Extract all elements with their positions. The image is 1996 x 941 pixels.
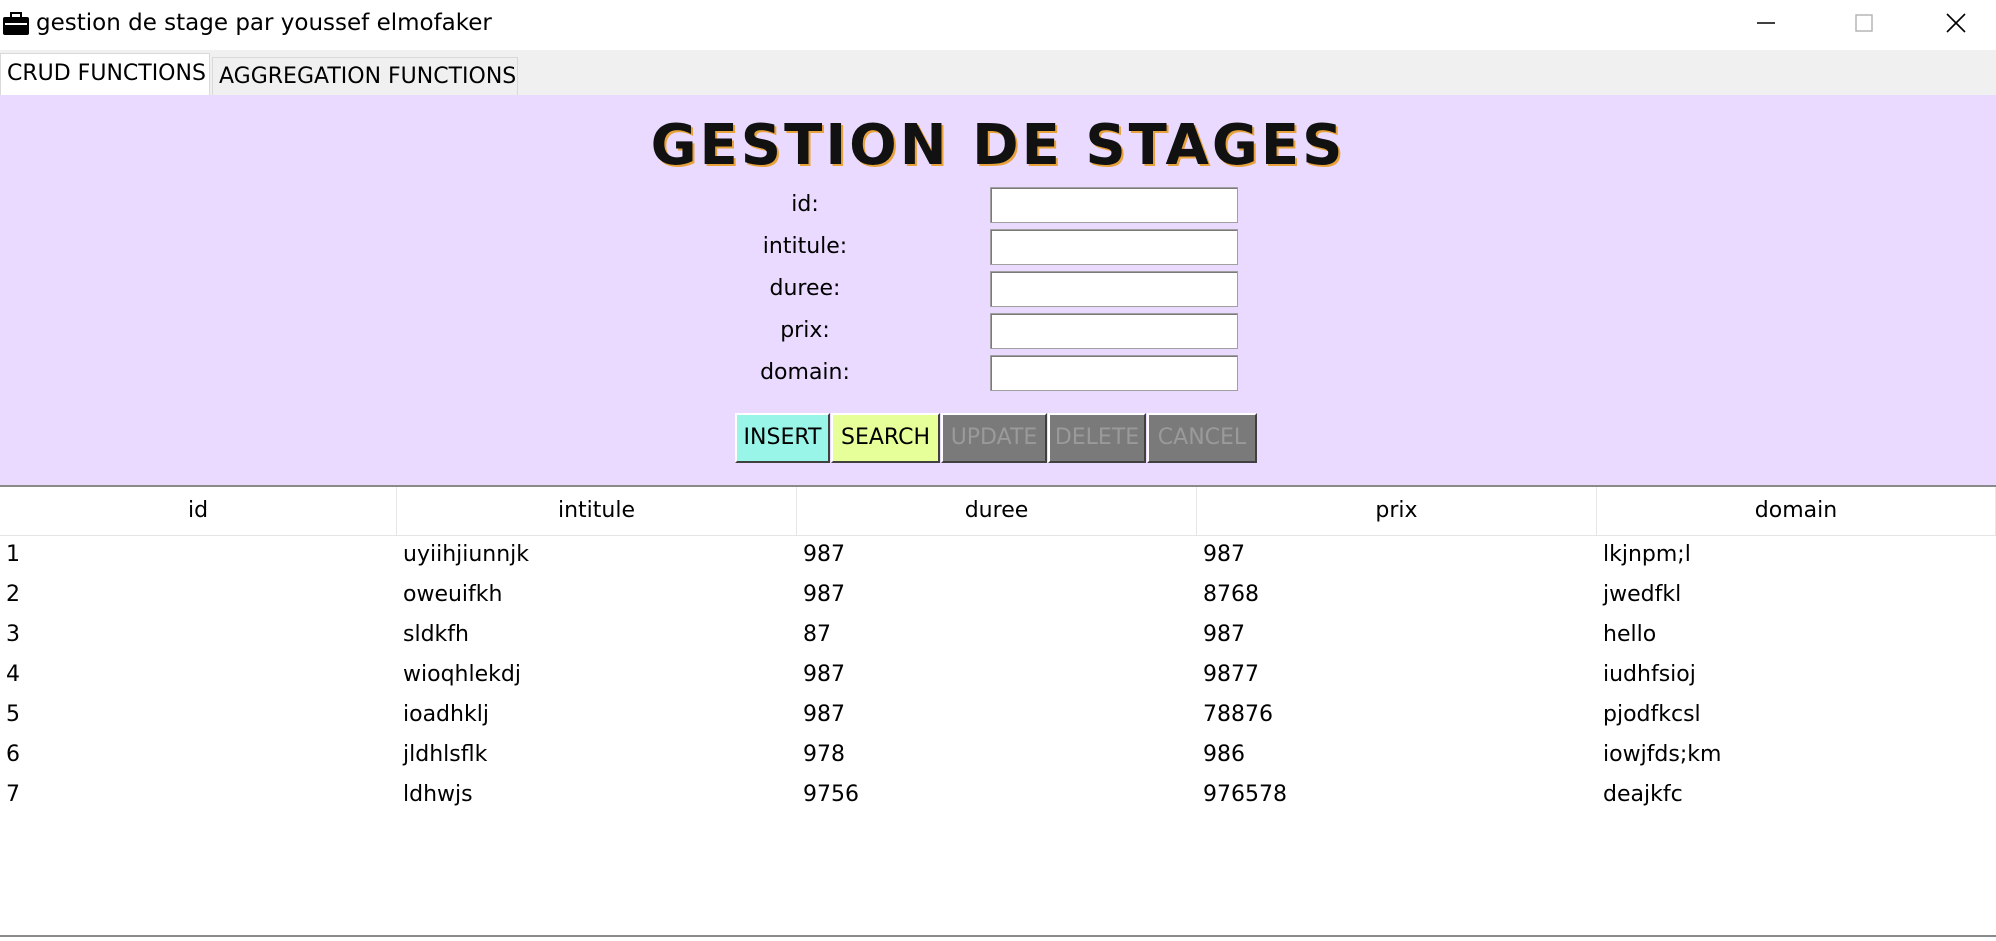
cell-intitule: ldhwjs [403, 782, 473, 807]
form-row-duree: duree: [0, 269, 1996, 309]
table-row[interactable]: 5 ioadhklj 987 78876 pjodfkcsl [0, 695, 1996, 735]
table-row[interactable]: 2 oweuifkh 987 8768 jwedfkl [0, 575, 1996, 615]
close-button[interactable] [1910, 0, 1996, 46]
cell-duree: 987 [803, 662, 845, 687]
cell-duree: 978 [803, 742, 845, 767]
cell-prix: 976578 [1203, 782, 1287, 807]
form-row-prix: prix: [0, 311, 1996, 351]
column-header-domain[interactable]: domain [1597, 487, 1996, 535]
cell-id: 2 [6, 582, 20, 607]
maximize-icon [1855, 14, 1873, 32]
cell-id: 3 [6, 622, 20, 647]
id-input[interactable] [990, 187, 1238, 223]
cell-prix: 987 [1203, 542, 1245, 567]
cell-domain: deajkfc [1603, 782, 1683, 807]
cell-id: 4 [6, 662, 20, 687]
cell-duree: 987 [803, 702, 845, 727]
cell-intitule: ioadhklj [403, 702, 489, 727]
cell-prix: 78876 [1203, 702, 1273, 727]
app-window: gestion de stage par youssef elmofaker C… [0, 0, 1996, 941]
delete-button: DELETE [1048, 413, 1146, 463]
insert-button[interactable]: INSERT [735, 413, 830, 463]
intitule-label: intitule: [762, 234, 848, 259]
prix-input[interactable] [990, 313, 1238, 349]
update-button: UPDATE [941, 413, 1047, 463]
tab-crud-functions[interactable]: CRUD FUNCTIONS [0, 53, 210, 96]
minimize-icon [1757, 22, 1775, 24]
cell-duree: 987 [803, 582, 845, 607]
table-row[interactable]: 3 sldkfh 87 987 hello [0, 615, 1996, 655]
tab-bar: CRUD FUNCTIONS AGGREGATION FUNCTIONS [0, 50, 1996, 96]
cell-duree: 987 [803, 542, 845, 567]
action-buttons: INSERT SEARCH UPDATE DELETE CANCEL [0, 413, 1996, 465]
minimize-button[interactable] [1720, 0, 1812, 46]
search-button[interactable]: SEARCH [831, 413, 940, 463]
cell-domain: lkjnpm;l [1603, 542, 1691, 567]
intitule-input[interactable] [990, 229, 1238, 265]
cancel-button: CANCEL [1147, 413, 1257, 463]
cell-id: 5 [6, 702, 20, 727]
table-row[interactable]: 4 wioqhlekdj 987 9877 iudhfsioj [0, 655, 1996, 695]
cell-domain: hello [1603, 622, 1657, 647]
form-row-intitule: intitule: [0, 227, 1996, 267]
column-header-id[interactable]: id [0, 487, 397, 535]
cell-duree: 9756 [803, 782, 859, 807]
cell-domain: pjodfkcsl [1603, 702, 1701, 727]
table-header: id intitule duree prix domain [0, 487, 1996, 536]
maximize-button[interactable] [1818, 0, 1910, 46]
domain-label: domain: [760, 360, 850, 385]
cell-id: 1 [6, 542, 20, 567]
domain-input[interactable] [990, 355, 1238, 391]
window-title: gestion de stage par youssef elmofaker [36, 10, 492, 36]
briefcase-icon [2, 12, 30, 36]
form-row-id: id: [0, 185, 1996, 225]
prix-label: prix: [780, 318, 830, 343]
cell-prix: 9877 [1203, 662, 1259, 687]
column-header-duree[interactable]: duree [797, 487, 1197, 535]
cell-intitule: sldkfh [403, 622, 469, 647]
column-header-prix[interactable]: prix [1197, 487, 1597, 535]
tab-aggregation-functions[interactable]: AGGREGATION FUNCTIONS [212, 57, 518, 95]
form-row-domain: domain: [0, 353, 1996, 393]
page-title: GESTION DE STAGES [650, 113, 1346, 178]
cell-intitule: uyiihjiunnjk [403, 542, 530, 567]
cell-prix: 986 [1203, 742, 1245, 767]
duree-label: duree: [769, 276, 841, 301]
id-label: id: [791, 192, 819, 217]
duree-input[interactable] [990, 271, 1238, 307]
close-icon [1946, 13, 1966, 33]
cell-id: 7 [6, 782, 20, 807]
stages-table: id intitule duree prix domain 1 uyiihjiu… [0, 487, 1996, 935]
cell-domain: jwedfkl [1603, 582, 1682, 607]
cell-id: 6 [6, 742, 20, 767]
cell-prix: 8768 [1203, 582, 1259, 607]
table-row[interactable]: 6 jldhlsflk 978 986 iowjfds;km [0, 735, 1996, 775]
table-row[interactable]: 7 ldhwjs 9756 976578 deajkfc [0, 775, 1996, 815]
cell-intitule: jldhlsflk [403, 742, 488, 767]
table-row[interactable]: 1 uyiihjiunnjk 987 987 lkjnpm;l [0, 535, 1996, 575]
form-panel: GESTION DE STAGES id: intitule: duree: p… [0, 95, 1996, 487]
cell-duree: 87 [803, 622, 831, 647]
cell-domain: iowjfds;km [1603, 742, 1722, 767]
cell-domain: iudhfsioj [1603, 662, 1696, 687]
cell-intitule: oweuifkh [403, 582, 503, 607]
title-bar: gestion de stage par youssef elmofaker [0, 0, 1996, 50]
bottom-divider [0, 935, 1996, 937]
column-header-intitule[interactable]: intitule [397, 487, 797, 535]
cell-prix: 987 [1203, 622, 1245, 647]
cell-intitule: wioqhlekdj [403, 662, 521, 687]
